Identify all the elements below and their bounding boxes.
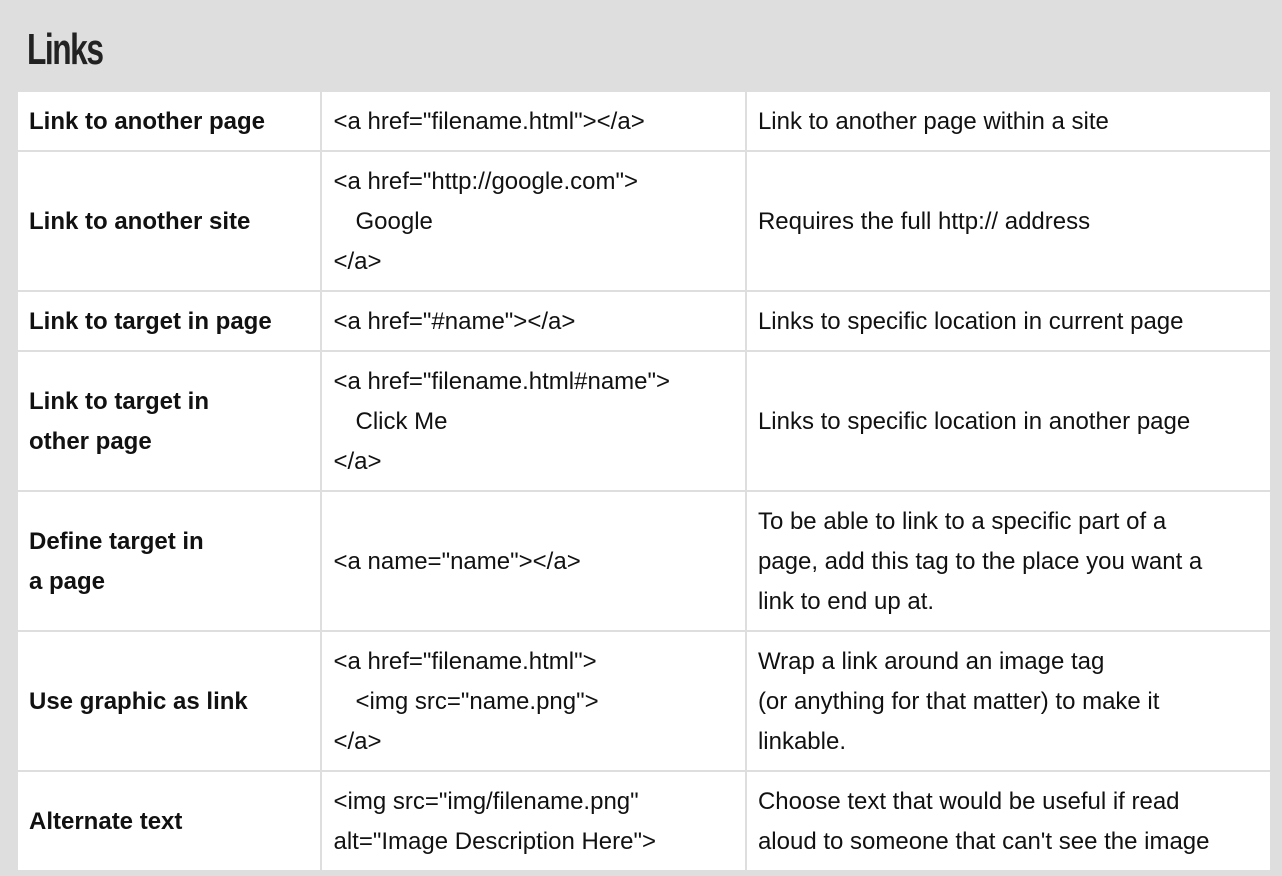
code-line: Google (355, 208, 433, 235)
description-cell: Links to specific location in current pa… (744, 290, 1273, 352)
description-cell: Wrap a link around an image tag (or anyt… (744, 630, 1273, 772)
description-line: aloud to someone that can't see the imag… (757, 828, 1210, 855)
row-label: Link to another site (29, 208, 251, 235)
code-line: </a> (333, 728, 382, 755)
code-line: <img src="img/filename.png" (333, 788, 639, 815)
code-line: <a name="name"></a> (333, 548, 581, 575)
table-row: Link to another site <a href="http://goo… (15, 150, 1273, 292)
table-row: Link to target in other page <a href="fi… (15, 350, 1273, 492)
table-row: Alternate text <img src="img/filename.pn… (15, 770, 1273, 872)
row-label-cell: Link to target in page (15, 290, 323, 352)
code-cell: <a href="#name"></a> (320, 290, 747, 352)
row-label: Link to target in (29, 388, 209, 415)
links-panel: Links Link to another page <a href="file… (0, 0, 1282, 876)
table-row: Use graphic as link <a href="filename.ht… (15, 630, 1273, 772)
code-cell: <a href="http://google.com"> Google </a> (320, 150, 747, 292)
row-label: Link to another page (29, 108, 266, 135)
description-cell: Choose text that would be useful if read… (744, 770, 1273, 872)
description-cell: Links to specific location in another pa… (744, 350, 1273, 492)
description-line: Choose text that would be useful if read (757, 788, 1180, 815)
code-cell: <a name="name"></a> (320, 490, 747, 632)
table-row: Define target in a page <a name="name"><… (15, 490, 1273, 632)
table-row: Link to another page <a href="filename.h… (15, 90, 1273, 152)
code-line: <a href="filename.html"></a> (333, 108, 645, 135)
code-line: <img src="name.png"> (355, 688, 599, 715)
table-row: Link to target in page <a href="#name"><… (15, 290, 1273, 352)
description-cell: Link to another page within a site (744, 90, 1273, 152)
row-label-cell: Link to another page (15, 90, 323, 152)
code-line: </a> (333, 448, 382, 475)
code-line: <a href="filename.html#name"> (333, 368, 671, 395)
code-cell: <a href="filename.html"> <img src="name.… (320, 630, 747, 772)
code-line: alt="Image Description Here"> (333, 828, 657, 855)
row-label-cell: Link to another site (15, 150, 323, 292)
description-line: Requires the full http:// address (757, 208, 1091, 235)
description-line: Links to specific location in current pa… (757, 308, 1184, 335)
row-label: other page (29, 428, 152, 455)
code-cell: <a href="filename.html"></a> (320, 90, 747, 152)
description-line: (or anything for that matter) to make it (757, 688, 1160, 715)
code-line: <a href="#name"></a> (333, 308, 576, 335)
description-line: Link to another page within a site (757, 108, 1109, 135)
row-label-cell: Alternate text (15, 770, 323, 872)
description-cell: Requires the full http:// address (744, 150, 1273, 292)
description-line: Links to specific location in another pa… (757, 408, 1191, 435)
description-line: linkable. (757, 728, 846, 755)
row-label: Link to target in page (29, 308, 272, 335)
code-cell: <a href="filename.html#name"> Click Me <… (320, 350, 747, 492)
row-label-cell: Link to target in other page (15, 350, 323, 492)
row-label: Alternate text (29, 808, 183, 835)
row-label: a page (29, 568, 106, 595)
links-table: Link to another page <a href="filename.h… (15, 90, 1273, 872)
description-cell: To be able to link to a specific part of… (744, 490, 1273, 632)
code-cell: <img src="img/filename.png" alt="Image D… (320, 770, 747, 872)
code-line: <a href="http://google.com"> (333, 168, 639, 195)
description-line: page, add this tag to the place you want… (757, 548, 1203, 575)
section-title: Links (27, 25, 104, 74)
row-label: Define target in (29, 528, 204, 555)
description-line: Wrap a link around an image tag (757, 648, 1105, 675)
code-line: Click Me (355, 408, 448, 435)
row-label-cell: Define target in a page (15, 490, 323, 632)
description-line: To be able to link to a specific part of… (757, 508, 1167, 535)
code-line: <a href="filename.html"> (333, 648, 597, 675)
code-line: </a> (333, 248, 382, 275)
row-label: Use graphic as link (29, 688, 248, 715)
description-line: link to end up at. (757, 588, 935, 615)
row-label-cell: Use graphic as link (15, 630, 323, 772)
